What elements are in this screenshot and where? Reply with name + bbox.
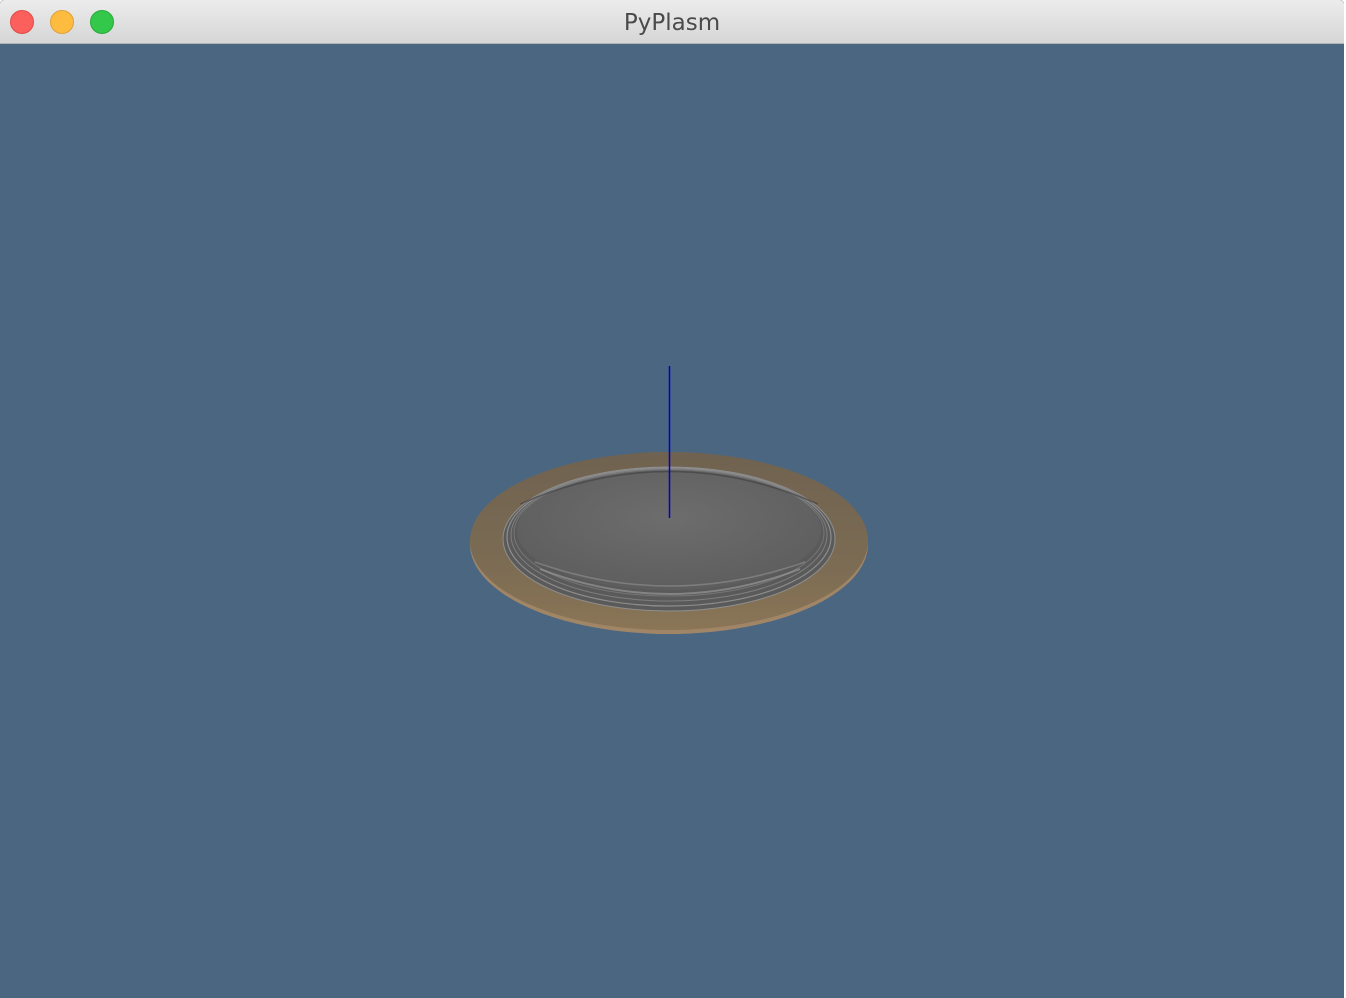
title-bar[interactable]: PyPlasm bbox=[0, 0, 1344, 44]
window-title: PyPlasm bbox=[623, 10, 721, 36]
app-window: PyPlasm bbox=[0, 0, 1344, 998]
3d-viewport[interactable] bbox=[0, 44, 1344, 998]
scene-canvas bbox=[470, 366, 868, 634]
